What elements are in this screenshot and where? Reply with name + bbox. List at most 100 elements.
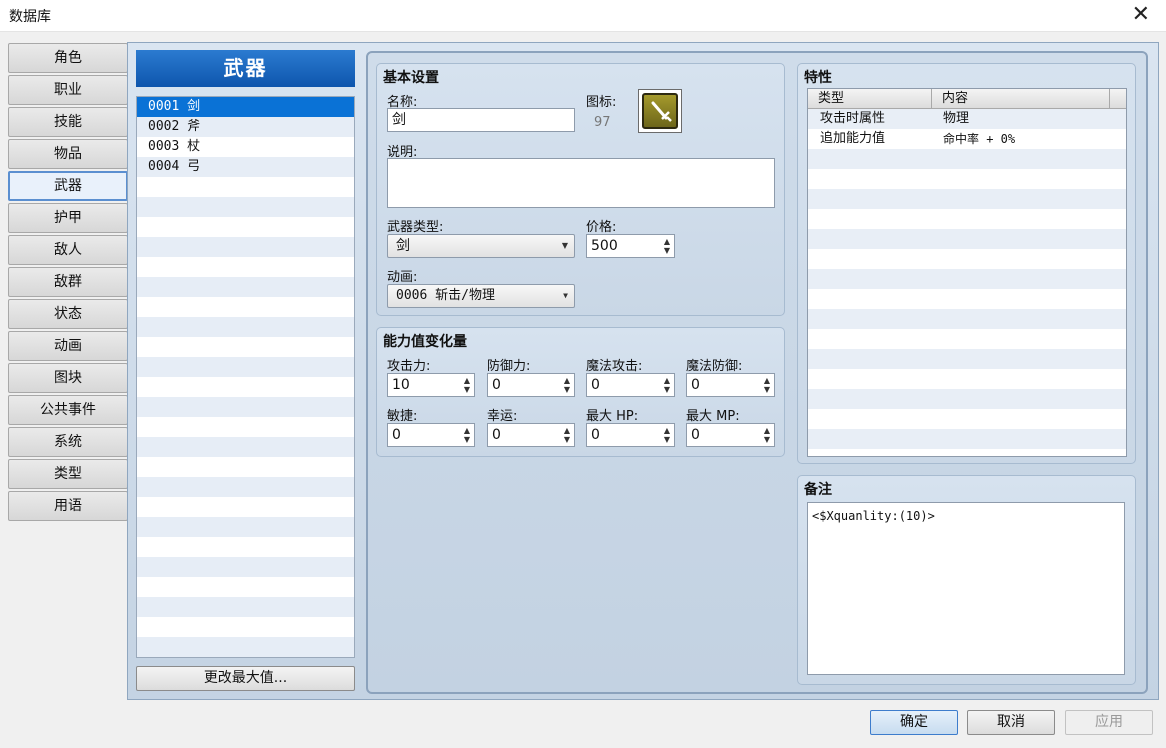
animation-select[interactable]: 0006 斩击/物理 ▼ (387, 284, 575, 308)
col-type-header[interactable]: 类型 (808, 89, 932, 109)
price-stepper[interactable]: 500 ▲ ▼ (586, 234, 675, 258)
table-row[interactable]: 追加能力值 命中率 + 0% (808, 129, 1126, 149)
tab-troop[interactable]: 敌群 (8, 267, 128, 297)
m-defense-label: 魔法防御: (686, 359, 743, 374)
luck-value: 0 (492, 427, 501, 443)
max-hp-label: 最大 HP: (586, 409, 639, 424)
tab-common-event[interactable]: 公共事件 (8, 395, 128, 425)
table-row[interactable]: 攻击时属性 物理 (808, 109, 1126, 129)
col-content-header[interactable]: 内容 (932, 89, 1110, 109)
tab-tileset[interactable]: 图块 (8, 363, 128, 393)
weapon-type-label: 武器类型: (387, 220, 444, 235)
window-title: 数据库 (9, 9, 51, 25)
tab-weapon[interactable]: 武器 (8, 171, 128, 201)
luck-label: 幸运: (487, 409, 518, 424)
max-hp-stepper[interactable]: 0 ▲ ▼ (586, 423, 675, 447)
m-defense-value: 0 (691, 377, 700, 393)
stepper-arrows-icon[interactable]: ▲ ▼ (762, 376, 772, 394)
attack-stepper[interactable]: 10 ▲ ▼ (387, 373, 475, 397)
stepper-arrows-icon[interactable]: ▲ ▼ (462, 426, 472, 444)
stepper-arrows-icon[interactable]: ▲ ▼ (562, 376, 572, 394)
chevron-down-icon: ▼ (561, 241, 568, 250)
category-tabs: 角色 职业 技能 物品 武器 护甲 敌人 敌群 状态 动画 图块 公共事件 系统… (8, 43, 128, 523)
database-window: 角色 职业 技能 物品 武器 护甲 敌人 敌群 状态 动画 图块 公共事件 系统… (0, 32, 1166, 748)
icon-label: 图标: (586, 95, 617, 110)
traits-group: 特性 类型 内容 攻击时属性 物理 追加能力值 命中率 + 0% (797, 63, 1136, 464)
stepper-arrows-icon[interactable]: ▲ ▼ (762, 426, 772, 444)
max-hp-value: 0 (591, 427, 600, 443)
ok-button[interactable]: 确定 (870, 710, 958, 735)
param-changes-title: 能力值变化量 (383, 334, 467, 350)
attack-value: 10 (392, 377, 410, 393)
icon-index: 97 (594, 115, 611, 130)
defense-label: 防御力: (487, 359, 531, 374)
tab-class[interactable]: 职业 (8, 75, 128, 105)
basic-settings-title: 基本设置 (383, 70, 439, 86)
list-header: 武器 (136, 50, 355, 87)
tab-item[interactable]: 物品 (8, 139, 128, 169)
agility-label: 敏捷: (387, 409, 418, 424)
title-bar: 数据库 ✕ (0, 0, 1166, 32)
note-group: 备注 <$Xquanlity:(10)> (797, 475, 1136, 685)
luck-stepper[interactable]: 0 ▲ ▼ (487, 423, 575, 447)
icon-picker[interactable] (638, 89, 682, 133)
price-label: 价格: (586, 220, 617, 235)
editor-panel: 基本设置 名称: 剑 图标: 97 说明: 武器类型: 剑 ▼ 价格: 500 … (366, 51, 1148, 694)
list-item[interactable]: 0001 剑 (137, 97, 354, 117)
tab-terms[interactable]: 用语 (8, 491, 128, 521)
stepper-arrows-icon[interactable]: ▲ ▼ (662, 426, 672, 444)
trait-type-cell: 攻击时属性 (820, 111, 886, 126)
description-field[interactable] (387, 158, 775, 208)
tab-animation[interactable]: 动画 (8, 331, 128, 361)
note-field[interactable]: <$Xquanlity:(10)> (807, 502, 1125, 675)
trait-type-cell: 追加能力值 (820, 131, 886, 146)
attack-label: 攻击力: (387, 359, 431, 374)
tab-type[interactable]: 类型 (8, 459, 128, 489)
chevron-down-icon: ▼ (563, 291, 568, 300)
weapon-type-select[interactable]: 剑 ▼ (387, 234, 575, 258)
max-mp-value: 0 (691, 427, 700, 443)
stepper-arrows-icon[interactable]: ▲ ▼ (462, 376, 472, 394)
defense-stepper[interactable]: 0 ▲ ▼ (487, 373, 575, 397)
close-icon[interactable]: ✕ (1132, 3, 1150, 27)
note-title: 备注 (804, 482, 832, 498)
max-mp-stepper[interactable]: 0 ▲ ▼ (686, 423, 775, 447)
tab-enemy[interactable]: 敌人 (8, 235, 128, 265)
trait-content-cell: 命中率 + 0% (943, 132, 1016, 146)
stepper-arrows-icon[interactable]: ▲ ▼ (562, 426, 572, 444)
list-item[interactable]: 0004 弓 (137, 157, 354, 177)
m-attack-stepper[interactable]: 0 ▲ ▼ (586, 373, 675, 397)
tab-state[interactable]: 状态 (8, 299, 128, 329)
trait-content-cell: 物理 (943, 111, 970, 126)
animation-value: 0006 斩击/物理 (396, 288, 495, 303)
tab-armor[interactable]: 护甲 (8, 203, 128, 233)
traits-table-header: 类型 内容 (808, 89, 1126, 109)
tab-system[interactable]: 系统 (8, 427, 128, 457)
m-defense-stepper[interactable]: 0 ▲ ▼ (686, 373, 775, 397)
tab-actor[interactable]: 角色 (8, 43, 128, 73)
weapon-editor-container: 武器 0001 剑 0002 斧 0003 杖 0004 弓 更改最大值... … (127, 42, 1159, 700)
list-item[interactable]: 0002 斧 (137, 117, 354, 137)
m-attack-label: 魔法攻击: (586, 359, 643, 374)
weapon-list[interactable]: 0001 剑 0002 斧 0003 杖 0004 弓 (136, 96, 355, 658)
apply-button[interactable]: 应用 (1065, 710, 1153, 735)
list-item[interactable]: 0003 杖 (137, 137, 354, 157)
m-attack-value: 0 (591, 377, 600, 393)
cancel-button[interactable]: 取消 (967, 710, 1055, 735)
tab-skill[interactable]: 技能 (8, 107, 128, 137)
stepper-arrows-icon[interactable]: ▲ ▼ (662, 376, 672, 394)
traits-table[interactable]: 类型 内容 攻击时属性 物理 追加能力值 命中率 + 0% (807, 88, 1127, 457)
traits-title: 特性 (804, 70, 832, 86)
basic-settings-group: 基本设置 名称: 剑 图标: 97 说明: 武器类型: 剑 ▼ 价格: 500 … (376, 63, 785, 316)
name-field[interactable]: 剑 (387, 108, 575, 132)
change-max-button[interactable]: 更改最大值... (136, 666, 355, 691)
animation-label: 动画: (387, 270, 418, 285)
sword-icon (642, 93, 678, 129)
weapon-type-value: 剑 (396, 238, 410, 254)
stepper-arrows-icon[interactable]: ▲ ▼ (662, 237, 672, 255)
agility-value: 0 (392, 427, 401, 443)
param-changes-group: 能力值变化量 攻击力: 10 ▲ ▼ 防御力: 0 ▲ ▼ 魔法攻击: 0 ▲ ▼ 魔法防御… (376, 327, 785, 457)
defense-value: 0 (492, 377, 501, 393)
agility-stepper[interactable]: 0 ▲ ▼ (387, 423, 475, 447)
max-mp-label: 最大 MP: (686, 409, 740, 424)
